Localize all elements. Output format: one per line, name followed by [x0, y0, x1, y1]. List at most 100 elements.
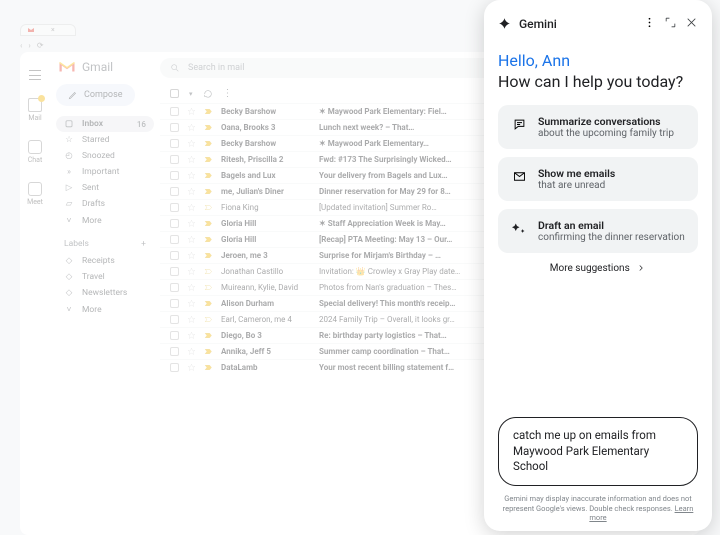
importance-icon[interactable]: [204, 363, 213, 372]
star-icon[interactable]: [187, 347, 196, 356]
row-checkbox[interactable]: [170, 235, 179, 244]
label-travel[interactable]: ◇Travel: [56, 269, 154, 285]
rail-item-mail[interactable]: Mail: [28, 98, 42, 122]
label-receipts[interactable]: ◇Receipts: [56, 253, 154, 269]
select-all-chevron-icon[interactable]: ▾: [189, 90, 193, 98]
row-checkbox[interactable]: [170, 203, 179, 212]
star-icon[interactable]: [187, 331, 196, 340]
label-more[interactable]: ˅More: [56, 301, 154, 318]
label-newsletters[interactable]: ◇Newsletters: [56, 285, 154, 301]
row-checkbox[interactable]: [170, 139, 179, 148]
star-icon[interactable]: [187, 363, 196, 372]
importance-icon[interactable]: [204, 187, 213, 196]
nav-back-icon[interactable]: ‹: [20, 41, 22, 50]
folder-icon: »: [64, 167, 74, 177]
star-icon[interactable]: [187, 155, 196, 164]
importance-icon[interactable]: [204, 139, 213, 148]
suggestion-card[interactable]: Show me emailsthat are unread: [498, 157, 698, 201]
importance-icon[interactable]: [204, 267, 213, 276]
star-icon[interactable]: [187, 203, 196, 212]
row-checkbox[interactable]: [170, 251, 179, 260]
folder-inbox[interactable]: ▢Inbox16: [56, 116, 154, 132]
gemini-prompt-input[interactable]: catch me up on emails from Maywood Park …: [498, 417, 698, 486]
star-icon[interactable]: [187, 123, 196, 132]
row-checkbox[interactable]: [170, 219, 179, 228]
nav-fwd-icon[interactable]: ›: [28, 41, 30, 50]
importance-icon[interactable]: [204, 315, 213, 324]
row-checkbox[interactable]: [170, 283, 179, 292]
select-all-checkbox[interactable]: [170, 89, 179, 98]
star-icon[interactable]: [187, 267, 196, 276]
star-icon[interactable]: [187, 107, 196, 116]
panel-expand-icon[interactable]: [664, 14, 677, 33]
importance-icon[interactable]: [204, 155, 213, 164]
row-checkbox[interactable]: [170, 363, 179, 372]
importance-icon[interactable]: [204, 331, 213, 340]
star-icon[interactable]: [187, 139, 196, 148]
tab-close-icon[interactable]: ×: [51, 26, 55, 34]
compose-button[interactable]: Compose: [56, 84, 135, 106]
sender: Alison Durham: [221, 299, 311, 308]
star-icon[interactable]: [187, 283, 196, 292]
importance-icon[interactable]: [204, 171, 213, 180]
row-checkbox[interactable]: [170, 155, 179, 164]
add-label-icon[interactable]: +: [141, 239, 146, 249]
subtitle-text: How can I help you today?: [498, 72, 698, 91]
label-icon: ◇: [64, 256, 74, 266]
row-checkbox[interactable]: [170, 267, 179, 276]
more-suggestions-button[interactable]: More suggestions: [498, 263, 698, 274]
importance-icon[interactable]: [204, 219, 213, 228]
panel-close-icon[interactable]: [685, 14, 698, 33]
importance-icon[interactable]: [204, 203, 213, 212]
folder-starred[interactable]: ☆Starred: [56, 132, 154, 148]
importance-icon[interactable]: [204, 347, 213, 356]
star-icon[interactable]: [187, 299, 196, 308]
row-checkbox[interactable]: [170, 315, 179, 324]
gmail-brand: Gmail: [58, 60, 154, 74]
nav-reload-icon[interactable]: ⟳: [37, 41, 44, 50]
folder-snoozed[interactable]: ◴Snoozed: [56, 148, 154, 164]
sender: Oana, Brooks 3: [221, 123, 311, 132]
row-checkbox[interactable]: [170, 171, 179, 180]
importance-icon[interactable]: [204, 235, 213, 244]
row-checkbox[interactable]: [170, 299, 179, 308]
row-checkbox[interactable]: [170, 107, 179, 116]
gemini-spark-icon: [498, 17, 511, 30]
folder-drafts[interactable]: ▱Drafts: [56, 196, 154, 212]
hamburger-icon[interactable]: [29, 70, 41, 80]
importance-icon[interactable]: [204, 123, 213, 132]
rail-item-meet[interactable]: Meet: [27, 182, 43, 206]
suggestion-card[interactable]: Summarize conversationsabout the upcomin…: [498, 105, 698, 149]
star-icon[interactable]: [187, 315, 196, 324]
importance-icon[interactable]: [204, 299, 213, 308]
importance-icon[interactable]: [204, 107, 213, 116]
browser-tab[interactable]: ×: [20, 24, 76, 36]
sender: Becky Barshow: [221, 107, 311, 116]
row-checkbox[interactable]: [170, 187, 179, 196]
label-text: Newsletters: [82, 288, 127, 298]
sender: Muireann, Kylie, David: [221, 283, 311, 292]
row-checkbox[interactable]: [170, 347, 179, 356]
more-icon[interactable]: ⋮: [223, 88, 233, 99]
panel-menu-icon[interactable]: [643, 14, 656, 33]
star-icon[interactable]: [187, 187, 196, 196]
star-icon[interactable]: [187, 171, 196, 180]
sender: Earl, Cameron, me 4: [221, 315, 311, 324]
sender: Jeroen, me 3: [221, 251, 311, 260]
star-icon[interactable]: [187, 235, 196, 244]
sender: Gloria Hill: [221, 219, 311, 228]
star-icon[interactable]: [187, 251, 196, 260]
row-checkbox[interactable]: [170, 123, 179, 132]
row-checkbox[interactable]: [170, 331, 179, 340]
importance-icon[interactable]: [204, 251, 213, 260]
refresh-icon[interactable]: [203, 89, 213, 99]
importance-icon[interactable]: [204, 283, 213, 292]
folder-more[interactable]: ˅More: [56, 212, 154, 229]
folder-sent[interactable]: ▷Sent: [56, 180, 154, 196]
rail-item-chat[interactable]: Chat: [28, 140, 43, 164]
suggestion-card[interactable]: Draft an emailconfirming the dinner rese…: [498, 209, 698, 253]
panel-title: Gemini: [519, 17, 557, 31]
star-icon[interactable]: [187, 219, 196, 228]
folder-important[interactable]: »Important: [56, 164, 154, 180]
gmail-logo-icon: [58, 60, 76, 74]
